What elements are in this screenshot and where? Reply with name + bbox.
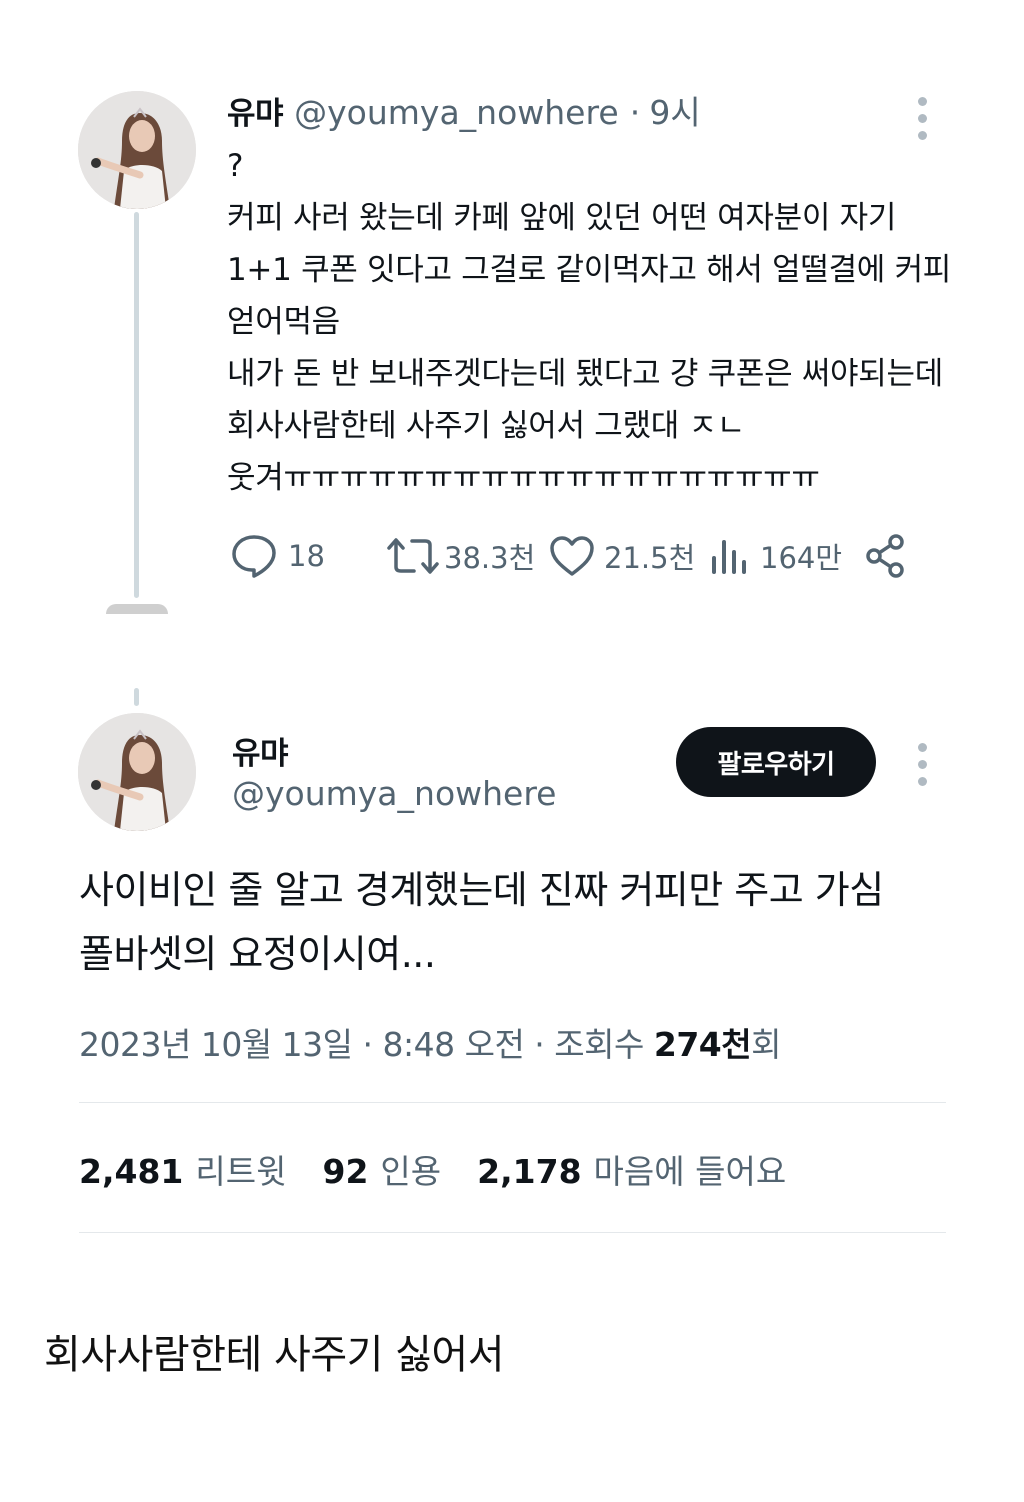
retweets-label[interactable]: 리트윗 <box>195 1145 286 1193</box>
share-button[interactable] <box>862 531 910 581</box>
reply-icon <box>232 535 276 578</box>
retweet-button[interactable]: 38.3천 <box>386 531 535 581</box>
like-button[interactable]: 21.5천 <box>548 531 695 581</box>
quotes-label[interactable]: 인용 <box>380 1145 441 1193</box>
retweet-count: 38.3천 <box>444 541 536 575</box>
tweet1-header: 유먀 @youmya_nowhere · 9시 <box>227 86 701 134</box>
avatar[interactable] <box>78 91 196 209</box>
view-count-suffix: 회 <box>751 1025 781 1064</box>
timestamp[interactable]: 2023년 10월 13일 · 8:48 오전 · 조회수 274천회 <box>79 1018 781 1066</box>
retweets-count[interactable]: 2,481 <box>79 1152 183 1191</box>
next-avatar-peek <box>106 604 168 614</box>
display-name[interactable]: 유먀 <box>227 96 284 132</box>
timestamp-text: 2023년 10월 13일 · 8:48 오전 · 조회수 <box>79 1025 654 1064</box>
tweet-line: 내가 돈 반 보내주겟다는데 됐다고 걍 쿠폰은 써야되는데 <box>227 356 943 392</box>
divider <box>79 1102 946 1103</box>
more-icon[interactable] <box>916 97 928 140</box>
tweet-line: ? <box>227 148 244 184</box>
views-button[interactable]: 164만 <box>708 531 842 581</box>
divider <box>79 1232 946 1233</box>
tweet-line: 1+1 쿠폰 잇다고 그걸로 같이먹자고 해서 얼떨결에 커피 <box>227 252 952 288</box>
like-icon <box>550 536 594 576</box>
tweet-line: 회사사람한테 사주기 싫어서 그랬대 ㅈㄴ <box>227 408 745 444</box>
tweet-line: 폴바셋의 요정이시여... <box>79 932 436 976</box>
handle[interactable]: @youmya_nowhere <box>294 93 619 132</box>
reply-button[interactable]: 18 <box>230 531 325 581</box>
like-count: 21.5천 <box>604 541 696 575</box>
avatar-image <box>78 713 196 831</box>
separator: · <box>629 93 641 132</box>
reply-count: 18 <box>288 539 325 573</box>
tweet2-text: 사이비인 줄 알고 경계했는데 진짜 커피만 주고 가심 폴바셋의 요정이시여.… <box>79 858 979 986</box>
likes-label[interactable]: 마음에 들어요 <box>594 1145 787 1193</box>
display-name[interactable]: 유먀 <box>232 728 289 773</box>
tweet1-text: ? 커피 사러 왔는데 카페 앞에 있던 어떤 여자분이 자기 1+1 쿠폰 잇… <box>227 140 987 504</box>
engagement-stats: 2,481 리트윗 92 인용 2,178 마음에 들어요 <box>79 1145 822 1193</box>
more-icon[interactable] <box>916 743 928 786</box>
quotes-count[interactable]: 92 <box>322 1152 368 1191</box>
view-count-bold: 274천 <box>653 1025 752 1064</box>
avatar[interactable] <box>78 713 196 831</box>
tweet-line: 커피 사러 왔는데 카페 앞에 있던 어떤 여자분이 자기 <box>227 200 897 236</box>
tweet-line: 얻어먹음 <box>227 304 340 340</box>
thread-line <box>134 688 139 706</box>
view-count: 164만 <box>760 541 843 575</box>
tweet-line: 사이비인 줄 알고 경계했는데 진짜 커피만 주고 가심 <box>79 868 884 912</box>
tweet-line: 웃겨ㅠㅠㅠㅠㅠㅠㅠㅠㅠㅠㅠㅠㅠㅠㅠㅠㅠㅠㅠ <box>227 460 820 496</box>
thread-line <box>134 212 139 598</box>
handle[interactable]: @youmya_nowhere <box>232 774 557 813</box>
likes-count[interactable]: 2,178 <box>477 1152 581 1191</box>
share-icon <box>866 534 904 578</box>
caption-text: 회사사람한테 사주기 싫어서 <box>44 1332 505 1378</box>
post-time[interactable]: 9시 <box>649 93 700 132</box>
retweet-icon <box>387 538 439 574</box>
follow-button[interactable]: 팔로우하기 <box>676 727 876 797</box>
views-icon <box>712 540 746 574</box>
avatar-image <box>78 91 196 209</box>
